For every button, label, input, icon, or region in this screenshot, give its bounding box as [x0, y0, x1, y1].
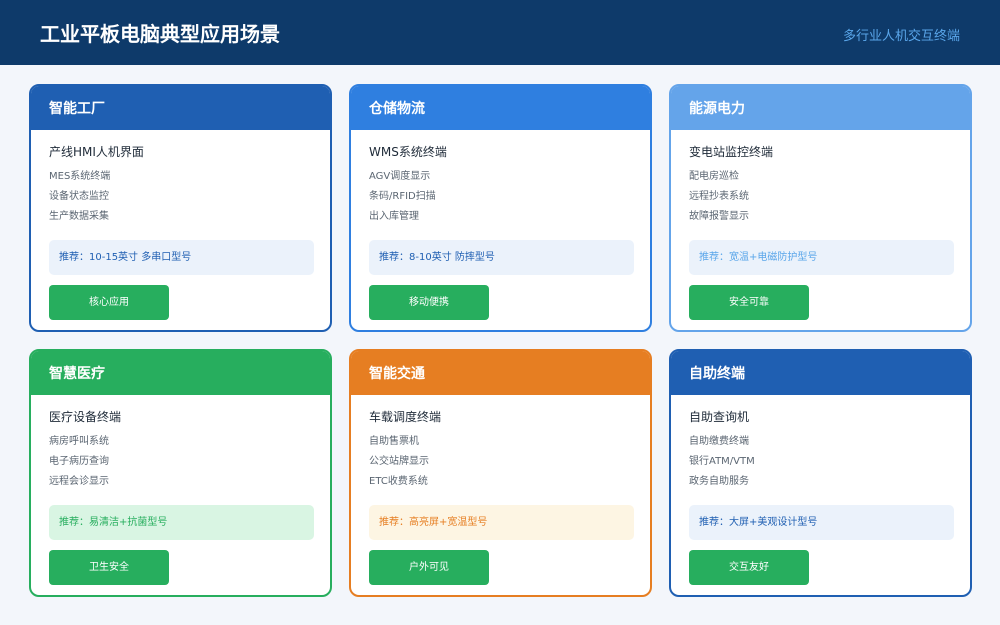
feature-item: 条码/RFID扫描	[369, 191, 436, 202]
scenario-card-energy-power: 能源电力 变电站监控终端 配电房巡检 远程抄表系统 故障报警显示 推荐：宽温+电…	[669, 84, 972, 332]
feature-item: 故障报警显示	[689, 211, 749, 222]
feature-item: 远程抄表系统	[689, 191, 749, 202]
recommendation-box: 推荐：10-15英寸 多串口型号	[49, 240, 314, 275]
recommendation-text: 推荐：宽温+电磁防护型号	[699, 252, 818, 263]
feature-item: 自助售票机	[369, 436, 419, 447]
card-subtitle: 产线HMI人机界面	[49, 145, 144, 159]
scenario-card-smart-factory: 智能工厂 产线HMI人机界面 MES系统终端 设备状态监控 生产数据采集 推荐：…	[29, 84, 332, 332]
mobile-portable-button[interactable]: 移动便携	[369, 285, 489, 320]
feature-item: 银行ATM/VTM	[689, 456, 755, 467]
feature-item: AGV调度显示	[369, 171, 431, 182]
outdoor-visible-button[interactable]: 户外可见	[369, 550, 489, 585]
recommendation-box: 推荐：易清洁+抗菌型号	[49, 505, 314, 540]
card-subtitle: 变电站监控终端	[689, 145, 774, 159]
recommendation-box: 推荐：大屏+美观设计型号	[689, 505, 954, 540]
card-title: 能源电力	[689, 101, 745, 117]
card-title: 智能交通	[369, 366, 425, 382]
button-label: 移动便携	[409, 297, 449, 308]
feature-item: 配电房巡检	[689, 171, 739, 182]
card-title: 自助终端	[689, 366, 745, 382]
card-header: 智能工厂	[31, 86, 330, 130]
card-title: 仓储物流	[369, 101, 425, 117]
button-label: 卫生安全	[89, 562, 129, 573]
feature-item: 病房呼叫系统	[49, 436, 109, 447]
scenario-card-smart-medical: 智慧医疗 医疗设备终端 病房呼叫系统 电子病历查询 远程会诊显示 推荐：易清洁+…	[29, 349, 332, 597]
card-subtitle: 自助查询机	[689, 410, 750, 424]
core-application-button[interactable]: 核心应用	[49, 285, 169, 320]
hygiene-safety-button[interactable]: 卫生安全	[49, 550, 169, 585]
feature-item: 电子病历查询	[49, 456, 109, 467]
feature-item: 政务自助服务	[689, 476, 749, 487]
scenario-card-smart-traffic: 智能交通 车载调度终端 自助售票机 公交站牌显示 ETC收费系统 推荐：高亮屏+…	[349, 349, 652, 597]
scenario-card-self-service-terminal: 自助终端 自助查询机 自助缴费终端 银行ATM/VTM 政务自助服务 推荐：大屏…	[669, 349, 972, 597]
feature-item: 生产数据采集	[49, 211, 109, 222]
recommendation-text: 推荐：8-10英寸 防摔型号	[379, 252, 495, 263]
feature-item: 设备状态监控	[49, 191, 109, 202]
page-title: 工业平板电脑典型应用场景	[40, 22, 280, 46]
feature-item: 远程会诊显示	[49, 476, 109, 487]
card-header: 自助终端	[671, 351, 970, 395]
card-title: 智慧医疗	[49, 366, 105, 382]
safe-reliable-button[interactable]: 安全可靠	[689, 285, 809, 320]
feature-item: 自助缴费终端	[689, 436, 749, 447]
page-header: 工业平板电脑典型应用场景 多行业人机交互终端	[0, 0, 1000, 65]
feature-item: ETC收费系统	[369, 476, 428, 487]
card-subtitle: 车载调度终端	[369, 410, 442, 424]
recommendation-text: 推荐：大屏+美观设计型号	[699, 517, 818, 528]
interactive-friendly-button[interactable]: 交互友好	[689, 550, 809, 585]
feature-item: MES系统终端	[49, 171, 111, 182]
button-label: 交互友好	[729, 562, 769, 573]
button-label: 户外可见	[409, 562, 449, 573]
feature-item: 公交站牌显示	[369, 456, 429, 467]
card-header: 仓储物流	[351, 86, 650, 130]
recommendation-box: 推荐：宽温+电磁防护型号	[689, 240, 954, 275]
card-header: 智能交通	[351, 351, 650, 395]
page-subtitle: 多行业人机交互终端	[842, 29, 960, 44]
card-subtitle: WMS系统终端	[369, 145, 447, 159]
recommendation-text: 推荐：高亮屏+宽温型号	[379, 517, 488, 528]
card-title: 智能工厂	[49, 101, 105, 117]
recommendation-text: 推荐：10-15英寸 多串口型号	[59, 252, 192, 263]
card-header: 能源电力	[671, 86, 970, 130]
recommendation-box: 推荐：8-10英寸 防摔型号	[369, 240, 634, 275]
scenario-card-warehouse-logistics: 仓储物流 WMS系统终端 AGV调度显示 条码/RFID扫描 出入库管理 推荐：…	[349, 84, 652, 332]
button-label: 核心应用	[89, 297, 129, 308]
recommendation-box: 推荐：高亮屏+宽温型号	[369, 505, 634, 540]
feature-item: 出入库管理	[369, 211, 419, 222]
card-header: 智慧医疗	[31, 351, 330, 395]
card-subtitle: 医疗设备终端	[49, 410, 122, 424]
button-label: 安全可靠	[729, 297, 769, 308]
recommendation-text: 推荐：易清洁+抗菌型号	[59, 517, 168, 528]
